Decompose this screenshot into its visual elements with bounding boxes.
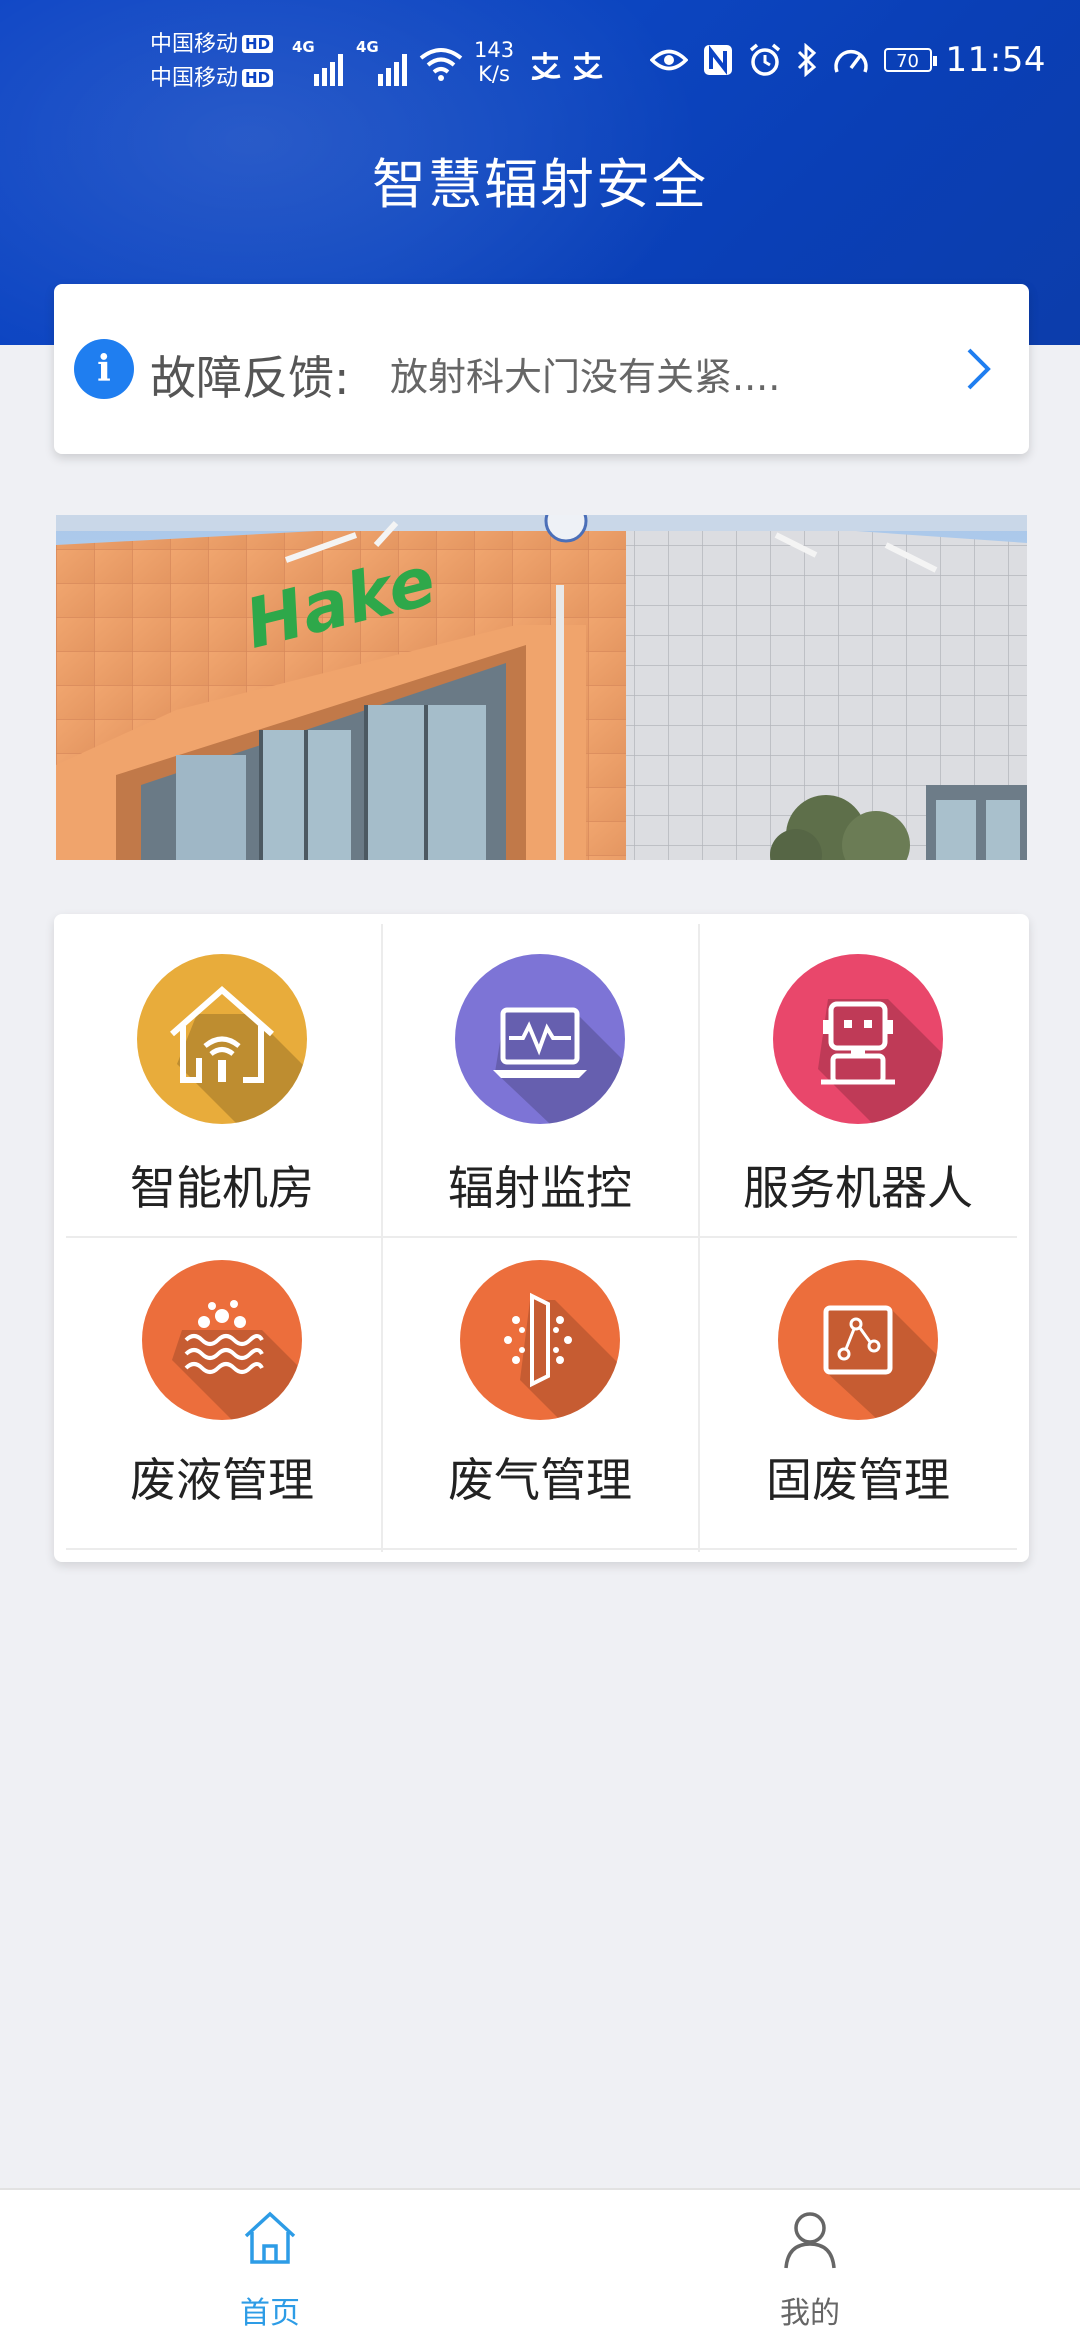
grid-item-service-robot[interactable]: 服务机器人: [700, 924, 1016, 1236]
grid-label: 固废管理: [766, 1453, 950, 1507]
user-icon: [784, 2212, 836, 2269]
status-bar: 中国移动 HD 中国移动 HD 4G 4G 143 K/s 70 11:54: [0, 0, 1080, 130]
battery-icon: 70: [883, 48, 937, 72]
tab-home-label: 首页: [240, 2296, 300, 2331]
info-icon: i: [74, 339, 134, 399]
building-photo: Hake: [56, 515, 1027, 860]
feature-grid: 智能机房 辐射监控 服务机器人 废液管理 废气管理 固废管理: [54, 914, 1029, 1562]
nfc-icon: [703, 45, 732, 75]
tab-mine[interactable]: 我的: [540, 2190, 1080, 2340]
radiation-monitor-icon: [455, 954, 625, 1124]
notice-label: 故障反馈:: [150, 351, 350, 405]
robot-icon: [773, 954, 943, 1124]
page-title: 智慧辐射安全: [372, 153, 708, 216]
grid-item-waste-gas[interactable]: 废气管理: [382, 1238, 698, 1550]
banner-image[interactable]: Hake: [56, 515, 1027, 860]
waste-gas-icon: [460, 1260, 620, 1420]
alipay-icon: [531, 52, 603, 80]
tab-mine-label: 我的: [780, 2296, 840, 2331]
network-speed: 143 K/s: [474, 38, 515, 86]
grid-label: 辐射监控: [448, 1161, 632, 1215]
chevron-right-icon[interactable]: [955, 346, 1001, 392]
notice-message: 放射科大门没有关紧....: [390, 355, 781, 399]
grid-label: 废液管理: [130, 1453, 314, 1507]
bluetooth-icon: [797, 43, 816, 77]
clock: 11:54: [945, 40, 1046, 80]
grid-label: 废气管理: [448, 1453, 632, 1507]
solid-waste-icon: [778, 1260, 938, 1420]
wifi-icon: [419, 48, 463, 81]
carrier-2: 中国移动 HD: [150, 66, 274, 92]
grid-label: 服务机器人: [743, 1161, 973, 1215]
grid-item-waste-liquid[interactable]: 废液管理: [64, 1238, 380, 1550]
carrier-1: 中国移动 HD: [150, 32, 274, 58]
grid-item-smart-room[interactable]: 智能机房: [64, 924, 380, 1236]
tab-home[interactable]: 首页: [0, 2190, 540, 2340]
eye-icon: [649, 49, 688, 71]
signal-1-icon: 4G: [292, 38, 346, 86]
speedometer-icon: [833, 49, 868, 73]
hd-badge: HD: [242, 69, 274, 87]
grid-item-solid-waste[interactable]: 固废管理: [700, 1238, 1016, 1550]
grid-label: 智能机房: [130, 1161, 314, 1215]
status-icons-right: 70 11:54: [649, 40, 1046, 80]
signal-2-icon: 4G: [356, 38, 410, 86]
bottom-tab-bar: 首页 我的: [0, 2188, 1080, 2340]
grid-item-radiation-monitor[interactable]: 辐射监控: [382, 924, 698, 1236]
hd-badge: HD: [242, 35, 274, 53]
alarm-icon: [749, 43, 780, 76]
fault-feedback-bar[interactable]: i 故障反馈: 放射科大门没有关紧....: [54, 284, 1029, 454]
smart-room-icon: [137, 954, 307, 1124]
waste-liquid-icon: [142, 1260, 302, 1420]
home-icon: [244, 2211, 296, 2264]
